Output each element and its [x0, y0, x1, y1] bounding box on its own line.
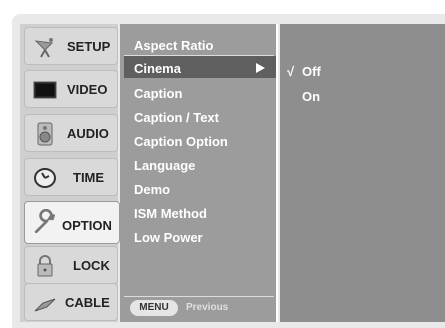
menu-item-caption[interactable]: Caption: [134, 86, 182, 101]
tab-audio-label: AUDIO: [67, 126, 109, 141]
tab-cable[interactable]: CABLE: [24, 283, 118, 321]
previous-label: Previous: [186, 302, 229, 313]
tab-lock-label: LOCK: [73, 258, 110, 273]
satellite-dish-icon: [33, 35, 57, 59]
tab-option[interactable]: OPTION: [24, 201, 120, 244]
menu-item-low-power[interactable]: Low Power: [134, 230, 203, 245]
menu-item-demo[interactable]: Demo: [134, 182, 170, 197]
tab-video[interactable]: VIDEO: [24, 70, 118, 108]
tab-option-label: OPTION: [62, 218, 112, 233]
submenu-option-off[interactable]: Off: [302, 64, 321, 79]
wrench-icon: [33, 208, 57, 234]
menu-item-language[interactable]: Language: [134, 158, 195, 173]
tab-setup[interactable]: SETUP: [24, 27, 118, 65]
tab-video-label: VIDEO: [67, 82, 108, 97]
monitor-icon: [33, 78, 57, 102]
checkmark-icon: √: [287, 64, 295, 79]
menu-item-cinema[interactable]: Cinema: [134, 61, 181, 76]
clock-icon: [33, 166, 57, 190]
menu-item-ism-method[interactable]: ISM Method: [134, 206, 207, 221]
tv-osd-screen: SETUP VIDEO AUDIO TIME OPTION LOCK CABLE…: [0, 0, 445, 328]
tab-time[interactable]: TIME: [24, 158, 118, 196]
tab-time-label: TIME: [73, 170, 105, 185]
tab-lock[interactable]: LOCK: [24, 246, 118, 284]
padlock-icon: [33, 254, 57, 278]
menu-item-caption-text[interactable]: Caption / Text: [134, 110, 219, 125]
tab-audio[interactable]: AUDIO: [24, 114, 118, 152]
menu-item-aspect-ratio[interactable]: Aspect Ratio: [134, 38, 213, 53]
submenu-arrow-icon: [256, 63, 265, 73]
menu-item-caption-option[interactable]: Caption Option: [134, 134, 228, 149]
tab-cable-label: CABLE: [65, 295, 110, 310]
speaker-icon: [33, 122, 57, 146]
tab-setup-label: SETUP: [67, 39, 111, 54]
cable-icon: [33, 291, 57, 315]
submenu-option-on[interactable]: On: [302, 89, 320, 104]
menu-button[interactable]: MENU: [130, 300, 178, 316]
